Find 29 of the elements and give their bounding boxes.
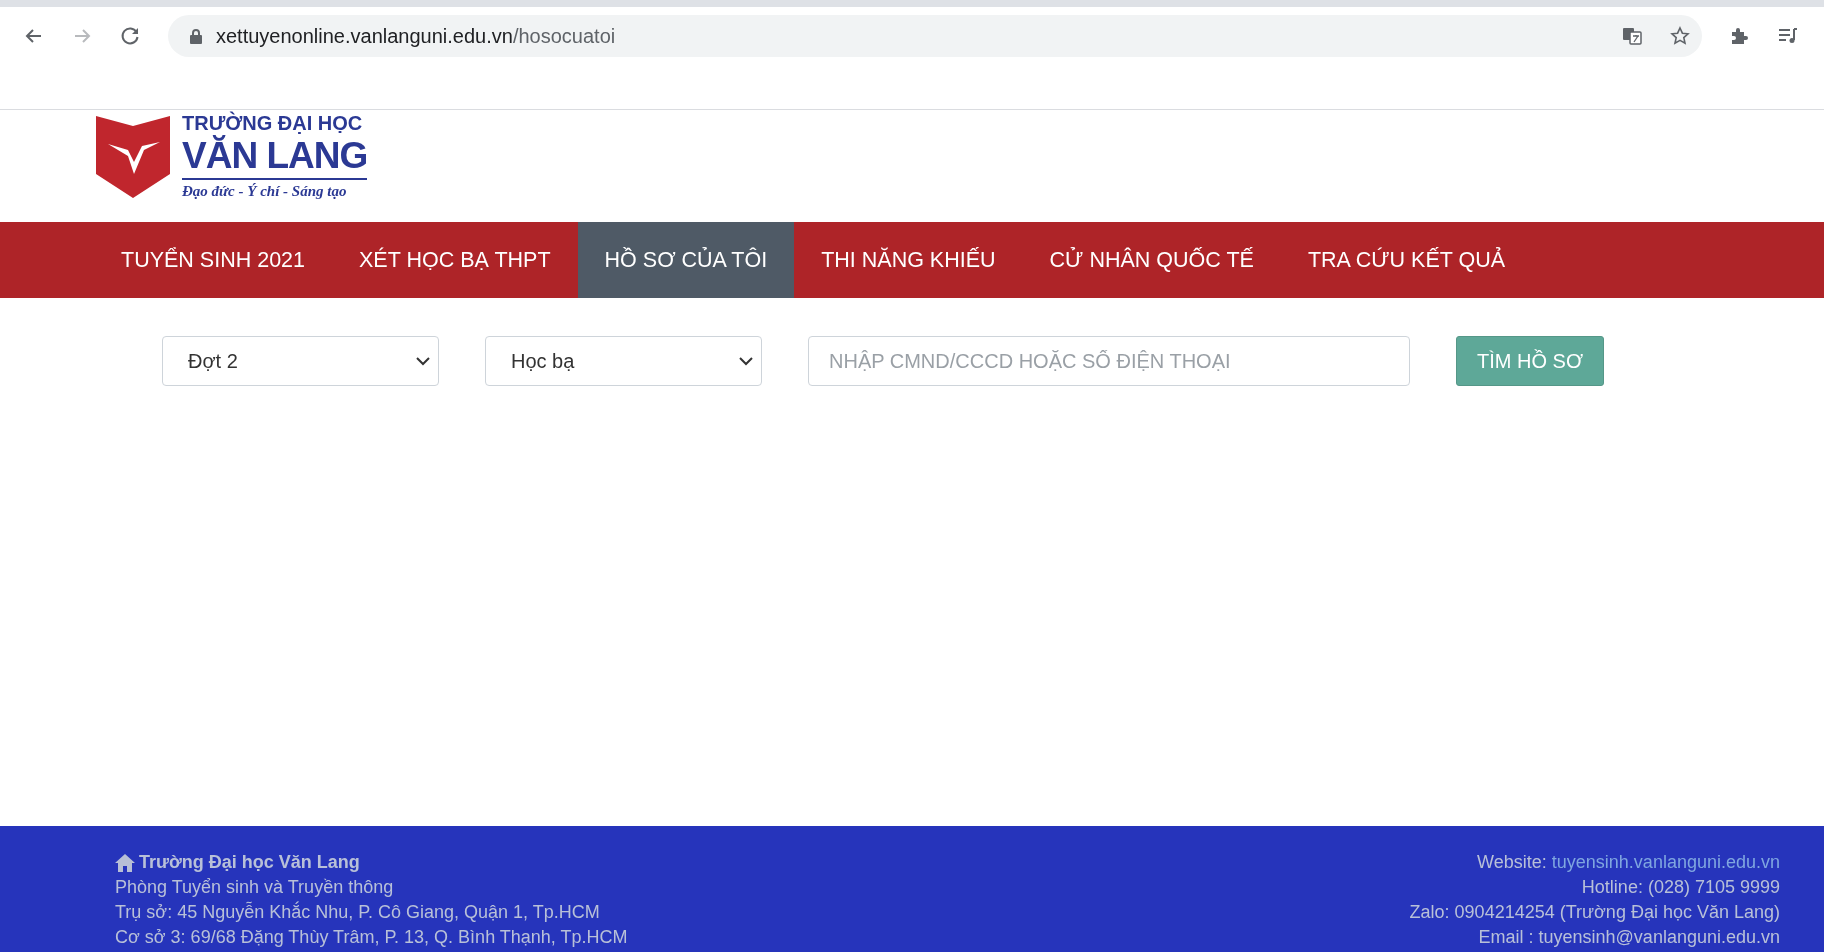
method-select[interactable]: Học bạ (485, 336, 762, 386)
home-icon (115, 853, 135, 872)
logo-title: TRƯỜNG ĐẠI HỌC (182, 110, 364, 135)
bookmark-star-icon[interactable] (1670, 26, 1690, 46)
nav-tab[interactable]: HỒ SƠ CỦA TÔI (577, 222, 795, 298)
round-select[interactable]: Đợt 2 (162, 336, 439, 386)
website-link[interactable]: tuyensinh.vanlanguni.edu.vn (1551, 850, 1780, 875)
nav-tab[interactable]: CỬ NHÂN QUỐC TẾ (1022, 222, 1281, 298)
chevron-down-icon (739, 356, 753, 366)
logo-motto: Đạo đức - Ý chí - Sáng tạo (182, 182, 348, 201)
footer-text: Website: (1477, 851, 1547, 874)
footer-text: Trụ sở: 45 Nguyễn Khắc Nhu, P. Cô Giang, Quận 1, Tp.HCM (115, 900, 601, 924)
footer-text: Cơ sở 3: 69/68 Đặng Thùy Trâm, P. 13, Q. Bình Thạnh, Tp.HCM (115, 926, 628, 949)
nav-tab[interactable]: XÉT HỌC BẠ THPT (332, 222, 578, 298)
chevron-down-icon (416, 356, 430, 366)
lock-icon (190, 28, 202, 44)
nav-tab[interactable]: THI NĂNG KHIẾU (794, 222, 1023, 298)
footer-text: Hotline: (028) 7105 9999 (1581, 876, 1780, 899)
address-bar[interactable]: xettuyenonline.vanlanguni.edu.vn/hosocuatoi (168, 15, 1702, 57)
footer-text: Phòng Tuyển sinh và Truyền thông (115, 876, 395, 899)
footer-text: Zalo: 0904214254 (Trường Đại học Văn Lang) (1409, 901, 1780, 924)
translate-icon[interactable] (1622, 26, 1642, 46)
nav-tab[interactable]: TUYỂN SINH 2021 (94, 222, 332, 298)
url-text: xettuyenonline.vanlanguni.edu.vn/hosocuatoi (216, 24, 616, 48)
logo-name: VĂN LANG (182, 136, 368, 180)
id-input-field[interactable]: NHẬP CMND/CCCD HOẶC SỐ ĐIỆN THOẠI (808, 336, 1410, 386)
footer-text: Email : tuyensinh@vanlanguni.edu.vn (1478, 926, 1780, 949)
nav-tab[interactable]: TRA CỨU KẾT QUẢ (1280, 222, 1533, 298)
footer-title: Trường Đại học Văn Lang (139, 851, 360, 874)
